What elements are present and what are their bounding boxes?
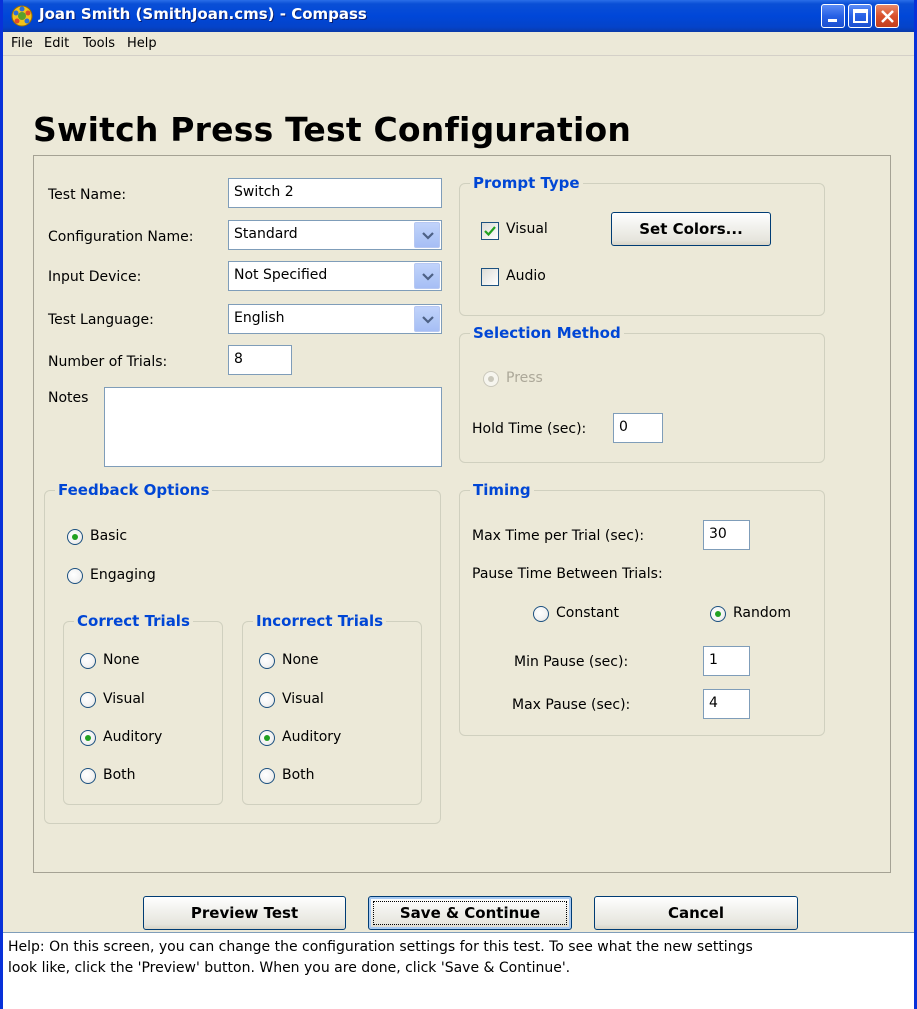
correct-visual-label[interactable]: Visual — [103, 691, 145, 707]
minimize-button[interactable] — [821, 4, 845, 28]
incorrect-both-label[interactable]: Both — [282, 767, 315, 783]
incorrect-both-radio[interactable] — [259, 768, 275, 784]
test-name-label: Test Name: — [48, 187, 127, 203]
config-name-label: Configuration Name: — [48, 229, 194, 245]
incorrect-auditory-radio[interactable] — [259, 730, 275, 746]
correct-visual-radio[interactable] — [80, 692, 96, 708]
input-device-value: Not Specified — [234, 267, 328, 283]
pause-random-radio[interactable] — [710, 606, 726, 622]
correct-auditory-label[interactable]: Auditory — [103, 729, 162, 745]
focus-ring — [373, 901, 567, 925]
max-time-label: Max Time per Trial (sec): — [472, 528, 645, 544]
checkmark-icon — [484, 226, 496, 237]
prompt-type-group: Prompt Type — [459, 174, 825, 316]
menu-bar: File Edit Tools Help — [3, 32, 914, 56]
correct-none-label[interactable]: None — [103, 652, 140, 668]
feedback-basic-label[interactable]: Basic — [90, 528, 127, 544]
close-button[interactable] — [875, 4, 899, 28]
set-colors-button[interactable]: Set Colors... — [611, 212, 771, 246]
help-panel: Help: On this screen, you can change the… — [3, 932, 914, 1009]
chevron-down-icon — [422, 273, 434, 281]
max-pause-input[interactable]: 4 — [703, 689, 750, 719]
max-time-input[interactable]: 30 — [703, 520, 750, 550]
prompt-type-title: Prompt Type — [470, 174, 583, 192]
incorrect-auditory-label[interactable]: Auditory — [282, 729, 341, 745]
chevron-down-icon — [422, 232, 434, 240]
compass-app-icon — [11, 5, 33, 27]
help-text: Help: On this screen, you can change the… — [8, 937, 908, 979]
input-device-select[interactable]: Not Specified — [228, 261, 442, 291]
page-title: Switch Press Test Configuration — [33, 110, 632, 149]
menu-edit[interactable]: Edit — [44, 36, 69, 51]
help-line-1: Help: On this screen, you can change the… — [8, 939, 753, 955]
pause-time-label: Pause Time Between Trials: — [472, 566, 663, 582]
input-device-label: Input Device: — [48, 269, 142, 285]
config-name-select[interactable]: Standard — [228, 220, 442, 250]
test-language-dropdown-button[interactable] — [414, 306, 440, 332]
prompt-audio-label[interactable]: Audio — [506, 268, 546, 284]
config-name-value: Standard — [234, 226, 298, 242]
feedback-basic-radio[interactable] — [67, 529, 83, 545]
min-pause-label: Min Pause (sec): — [514, 654, 629, 670]
incorrect-none-radio[interactable] — [259, 653, 275, 669]
selection-method-title: Selection Method — [470, 324, 624, 342]
preview-test-button[interactable]: Preview Test — [143, 896, 346, 930]
notes-label: Notes — [48, 390, 89, 406]
correct-trials-title: Correct Trials — [74, 612, 193, 630]
num-trials-label: Number of Trials: — [48, 354, 168, 370]
test-language-value: English — [234, 310, 285, 326]
incorrect-trials-title: Incorrect Trials — [253, 612, 387, 630]
test-language-select[interactable]: English — [228, 304, 442, 334]
feedback-engaging-label[interactable]: Engaging — [90, 567, 156, 583]
title-bar[interactable]: Joan Smith (SmithJoan.cms) - Compass — [3, 0, 914, 32]
test-language-label: Test Language: — [48, 312, 154, 328]
maximize-icon — [853, 9, 868, 23]
notes-textarea[interactable] — [104, 387, 442, 467]
minimize-icon — [828, 19, 837, 22]
correct-none-radio[interactable] — [80, 653, 96, 669]
correct-both-label[interactable]: Both — [103, 767, 136, 783]
incorrect-visual-label[interactable]: Visual — [282, 691, 324, 707]
chevron-down-icon — [422, 316, 434, 324]
correct-auditory-radio[interactable] — [80, 730, 96, 746]
cancel-button[interactable]: Cancel — [594, 896, 798, 930]
prompt-audio-checkbox[interactable] — [481, 268, 499, 286]
save-continue-button[interactable]: Save & Continue — [368, 896, 572, 930]
hold-time-label: Hold Time (sec): — [472, 421, 587, 437]
prompt-visual-checkbox[interactable] — [481, 222, 499, 240]
window-title: Joan Smith (SmithJoan.cms) - Compass — [39, 5, 367, 23]
menu-tools[interactable]: Tools — [83, 36, 115, 51]
selection-press-label[interactable]: Press — [506, 370, 543, 386]
input-device-dropdown-button[interactable] — [414, 263, 440, 289]
app-window: Joan Smith (SmithJoan.cms) - Compass Fil… — [0, 0, 917, 1009]
menu-help[interactable]: Help — [127, 36, 157, 51]
maximize-button[interactable] — [848, 4, 872, 28]
num-trials-input[interactable]: 8 — [228, 345, 292, 375]
selection-method-group: Selection Method — [459, 324, 825, 463]
help-line-2: look like, click the 'Preview' button. W… — [8, 960, 571, 976]
feedback-options-title: Feedback Options — [55, 481, 213, 499]
menu-file[interactable]: File — [11, 36, 33, 51]
max-pause-label: Max Pause (sec): — [512, 697, 631, 713]
config-name-dropdown-button[interactable] — [414, 222, 440, 248]
hold-time-input[interactable]: 0 — [613, 413, 663, 443]
incorrect-none-label[interactable]: None — [282, 652, 319, 668]
pause-constant-radio[interactable] — [533, 606, 549, 622]
test-name-input[interactable]: Switch 2 — [228, 178, 442, 208]
close-icon — [881, 10, 894, 23]
pause-constant-label[interactable]: Constant — [556, 605, 619, 621]
pause-random-label[interactable]: Random — [733, 605, 791, 621]
timing-title: Timing — [470, 481, 534, 499]
incorrect-visual-radio[interactable] — [259, 692, 275, 708]
min-pause-input[interactable]: 1 — [703, 646, 750, 676]
selection-press-radio[interactable] — [483, 371, 499, 387]
correct-both-radio[interactable] — [80, 768, 96, 784]
feedback-engaging-radio[interactable] — [67, 568, 83, 584]
prompt-visual-label[interactable]: Visual — [506, 221, 548, 237]
